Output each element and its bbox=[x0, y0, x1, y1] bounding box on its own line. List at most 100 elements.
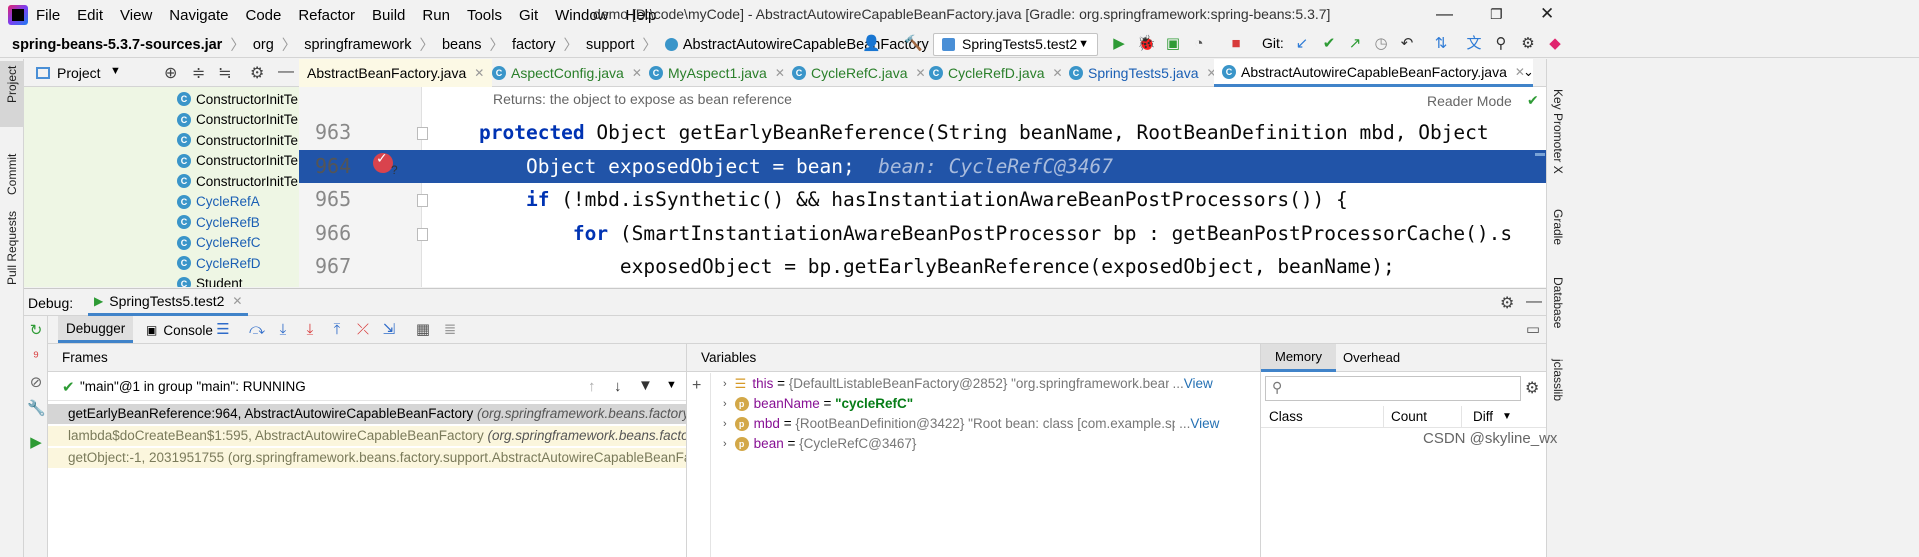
settings-gear-icon[interactable]: ⚙ bbox=[1519, 35, 1537, 53]
plugin-icon[interactable]: ◆ bbox=[1546, 35, 1564, 53]
breadcrumb-beans[interactable]: beans bbox=[442, 37, 482, 53]
translate-icon[interactable]: 文 bbox=[1465, 35, 1483, 53]
step-into-icon[interactable]: ⤓ bbox=[274, 321, 292, 339]
expand-icon[interactable]: › bbox=[723, 414, 727, 434]
project-tree-item[interactable]: C ConstructorInitTe bbox=[177, 151, 298, 171]
menu-file[interactable]: File bbox=[36, 7, 60, 24]
evaluate-expression-icon[interactable]: ▦ bbox=[414, 321, 432, 339]
settings-wrench-icon[interactable]: 🔧 bbox=[27, 400, 46, 418]
tab-cycle-ref-d[interactable]: C CycleRefD.java ✕ bbox=[921, 59, 1071, 87]
restore-icon[interactable]: ❐ bbox=[1490, 6, 1503, 23]
view-link[interactable]: View bbox=[1190, 414, 1219, 434]
breakpoints-icon[interactable]: ⁹ bbox=[27, 348, 45, 366]
commit-tool-label[interactable]: Commit bbox=[5, 154, 19, 195]
run-configuration-select[interactable]: SpringTests5.test2 ▼ bbox=[933, 33, 1098, 56]
inspection-ok-icon[interactable]: ✔ bbox=[1527, 92, 1539, 109]
menu-run[interactable]: Run bbox=[422, 7, 450, 24]
user-icon[interactable]: 👤 bbox=[862, 35, 881, 53]
overhead-tab[interactable]: Overhead bbox=[1343, 344, 1400, 372]
tab-spring-tests5[interactable]: C SpringTests5.java ✕ bbox=[1061, 59, 1225, 87]
stop-icon[interactable]: ■ bbox=[1227, 35, 1245, 53]
close-tab-icon[interactable]: ✕ bbox=[474, 66, 484, 80]
col-diff[interactable]: Diff bbox=[1473, 409, 1493, 424]
tabs-overflow-icon[interactable]: ⌄ bbox=[1523, 64, 1534, 80]
rollback-icon[interactable]: ↶ bbox=[1398, 35, 1416, 53]
menu-navigate[interactable]: Navigate bbox=[169, 7, 228, 24]
debugger-tab[interactable]: Debugger bbox=[58, 316, 134, 343]
menu-refactor[interactable]: Refactor bbox=[298, 7, 355, 24]
breadcrumb-class[interactable]: AbstractAutowireCapableBeanFactory bbox=[683, 37, 929, 53]
project-tree-item[interactable]: C ConstructorInitTe bbox=[177, 89, 298, 109]
pull-requests-tool-label[interactable]: Pull Requests bbox=[5, 211, 19, 285]
trace-icon[interactable]: ≣ bbox=[441, 321, 459, 339]
project-tree-item[interactable]: C CycleRefC bbox=[177, 233, 261, 253]
gear-icon[interactable]: ⚙ bbox=[250, 63, 264, 83]
rerun-icon[interactable]: ↻ bbox=[27, 322, 45, 340]
expand-icon[interactable]: › bbox=[723, 434, 727, 454]
run-to-cursor-icon[interactable]: ⇲ bbox=[380, 321, 398, 339]
debug-session-tab[interactable]: ▶ SpringTests5.test2 ✕ bbox=[88, 289, 249, 316]
project-tree-item[interactable]: C ConstructorInitTe bbox=[177, 110, 298, 130]
arrow-up-icon[interactable]: ↑ bbox=[588, 378, 596, 395]
memory-search-input[interactable]: ⚲ bbox=[1265, 376, 1521, 401]
tab-my-aspect1[interactable]: C MyAspect1.java ✕ bbox=[641, 59, 793, 87]
project-tree-item[interactable]: C CycleRefB bbox=[177, 212, 260, 232]
close-window-icon[interactable]: ✕ bbox=[1540, 4, 1554, 24]
tab-aspect-config[interactable]: C AspectConfig.java ✕ bbox=[484, 59, 650, 87]
gear-icon[interactable]: ⚙ bbox=[1500, 293, 1514, 313]
mute-breakpoints-icon[interactable]: ⊘ bbox=[27, 374, 45, 392]
coverage-icon[interactable]: ▣ bbox=[1164, 35, 1182, 53]
memory-tab[interactable]: Memory bbox=[1261, 344, 1336, 372]
menu-view[interactable]: View bbox=[120, 7, 152, 24]
frame-row[interactable]: getObject:-1, 2031951755 (org.springfram… bbox=[48, 448, 686, 468]
chevron-down-icon[interactable]: ▼ bbox=[666, 379, 677, 391]
history-icon[interactable]: ◷ bbox=[1372, 35, 1390, 53]
sort-desc-icon[interactable]: ▼ bbox=[1502, 411, 1512, 422]
key-promoter-tool-label[interactable]: Key Promoter X bbox=[1551, 89, 1565, 174]
layout-icon[interactable]: ☰ bbox=[214, 321, 232, 339]
chevron-down-icon[interactable]: ▼ bbox=[110, 65, 121, 77]
debug-icon[interactable]: 🐞 bbox=[1137, 35, 1156, 53]
variable-row-mbd[interactable]: › p mbd = {RootBeanDefinition@3422} "Roo… bbox=[723, 414, 1219, 434]
variable-row-this[interactable]: › ☰ this = {DefaultListableBeanFactory@2… bbox=[723, 374, 1213, 394]
arrow-down-icon[interactable]: ↓ bbox=[614, 378, 622, 395]
frame-row-selected[interactable]: getEarlyBeanReference:964, AbstractAutow… bbox=[48, 404, 686, 424]
close-tab-icon[interactable]: ✕ bbox=[232, 294, 242, 308]
hide-panel-icon[interactable]: — bbox=[1526, 293, 1542, 311]
profiler-icon[interactable]: ◔ bbox=[1190, 35, 1208, 53]
collapse-all-icon[interactable]: ≒ bbox=[218, 63, 231, 83]
console-tab[interactable]: ▣ Console bbox=[140, 316, 219, 344]
breadcrumb-support[interactable]: support bbox=[586, 37, 634, 53]
drop-frame-icon[interactable]: ⤫ bbox=[354, 321, 372, 339]
git-push-icon[interactable]: ↗ bbox=[1346, 35, 1364, 53]
expand-icon[interactable]: › bbox=[723, 374, 727, 394]
hide-panel-icon[interactable]: — bbox=[278, 63, 294, 81]
minimize-icon[interactable]: — bbox=[1436, 4, 1453, 24]
jclasslib-tool-label[interactable]: jclasslib bbox=[1551, 359, 1565, 401]
thread-selector[interactable]: ✔ "main"@1 in group "main": RUNNING ↑ ↓ … bbox=[48, 373, 686, 401]
project-tree-item[interactable]: C ConstructorInitTe bbox=[177, 171, 298, 191]
project-tree-item[interactable]: C CycleRefD bbox=[177, 253, 261, 273]
menu-tools[interactable]: Tools bbox=[467, 7, 502, 24]
project-tool-label[interactable]: Project bbox=[5, 66, 19, 103]
breadcrumb-springframework[interactable]: springframework bbox=[304, 37, 411, 53]
menu-build[interactable]: Build bbox=[372, 7, 405, 24]
step-out-icon[interactable]: ⤒ bbox=[328, 321, 346, 339]
code-editor[interactable]: Returns: the object to expose as bean re… bbox=[299, 87, 1546, 287]
fold-icon[interactable] bbox=[417, 127, 428, 140]
database-tool-label[interactable]: Database bbox=[1551, 277, 1565, 328]
fold-icon[interactable] bbox=[417, 228, 428, 241]
expand-all-icon[interactable]: ≑ bbox=[192, 63, 205, 83]
breadcrumb-jar[interactable]: spring-beans-5.3.7-sources.jar bbox=[12, 37, 222, 53]
vcs-operations-icon[interactable]: ⇅ bbox=[1432, 35, 1450, 53]
git-update-icon[interactable]: ↙ bbox=[1293, 35, 1311, 53]
step-over-icon[interactable]: ⤼ bbox=[248, 321, 266, 339]
project-tree-item[interactable]: C ConstructorInitTe bbox=[177, 130, 298, 150]
locate-icon[interactable]: ⊕ bbox=[164, 63, 177, 83]
col-count[interactable]: Count bbox=[1391, 409, 1427, 424]
breadcrumb-org[interactable]: org bbox=[253, 37, 274, 53]
project-tree-item[interactable]: C Student bbox=[177, 274, 243, 287]
resume-icon[interactable]: ▶ bbox=[27, 434, 45, 452]
menu-git[interactable]: Git bbox=[519, 7, 538, 24]
gradle-tool-label[interactable]: Gradle bbox=[1551, 209, 1565, 245]
